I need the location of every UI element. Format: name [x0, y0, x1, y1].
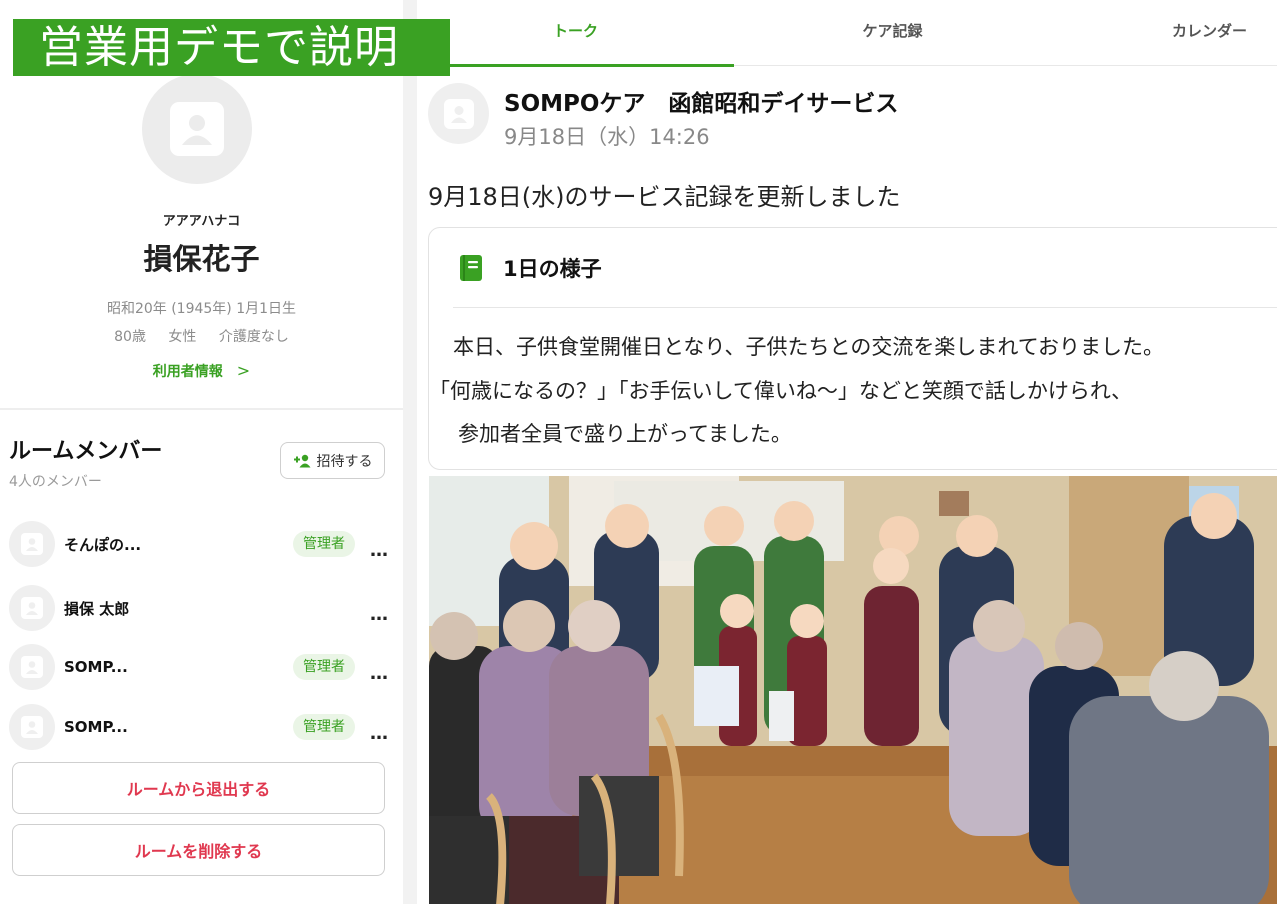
more-options-icon[interactable]: … [369, 663, 389, 684]
user-info-label: 利用者情報 [152, 364, 223, 380]
chevron-right-icon: > [236, 361, 251, 380]
care-record-card[interactable]: 1日の様子 本日、子供食堂開催日となり、子供たちとの交流を楽しまれておりました。… [428, 227, 1277, 470]
post-photo[interactable] [429, 476, 1277, 904]
user-placeholder-icon [443, 98, 474, 129]
profile-kana: アアアハナコ [162, 214, 241, 229]
avatar [9, 704, 55, 750]
member-name: SOMP... [64, 658, 128, 676]
tab-bar: トーク ケア記録 カレンダー [417, 0, 1277, 67]
group-photo-illustration [429, 476, 1277, 904]
more-options-icon[interactable]: … [369, 723, 389, 744]
record-line: 参加者全員で盛り上がってました。 [458, 422, 792, 446]
room-info-panel: 営業用デモで説明 アアアハナコ 損保花子 昭和20年 (1945年) 1月1日生… [0, 0, 450, 904]
member-row[interactable]: そんぽの... 管理者 … [9, 520, 389, 568]
member-name: 損保 太郎 [64, 599, 130, 618]
invite-button[interactable]: 招待する [280, 442, 385, 479]
invite-label: 招待する [316, 453, 373, 470]
tab-calendar[interactable]: カレンダー [1051, 0, 1277, 66]
user-info-link[interactable]: 利用者情報 > [0, 361, 403, 381]
profile-gender: 女性 [168, 329, 197, 345]
more-options-icon[interactable]: … [369, 540, 389, 561]
member-row[interactable]: SOMP... 管理者 … [9, 703, 389, 751]
record-line: 本日、子供食堂開催日となり、子供たちとの交流を楽しまれておりました。 [453, 335, 1165, 359]
admin-badge: 管理者 [293, 531, 355, 557]
record-line: 「何歳になるの？」「お手伝いして偉いね～」などと笑顔で話しかけられ、 [429, 378, 1133, 403]
user-placeholder-icon [21, 716, 43, 738]
members-title: ルームメンバー [9, 439, 163, 464]
members-count: 4人のメンバー [9, 474, 102, 490]
post-sender: SOMPOケア 函館昭和デイサービス [504, 91, 899, 117]
profile-name: 損保花子 [143, 242, 260, 276]
record-body: 本日、子供食堂開催日となり、子供たちとの交流を楽しまれておりました。 「何歳にな… [429, 326, 1277, 457]
member-name: そんぽの... [64, 535, 142, 554]
talk-panel: トーク ケア記録 カレンダー SOMPOケア 函館昭和デイサービス 9月18日（… [417, 0, 1277, 904]
admin-badge: 管理者 [293, 714, 355, 740]
profile-care-level: 介護度なし [218, 329, 289, 345]
demo-banner: 営業用デモで説明 [13, 19, 450, 76]
profile-age: 80歳 [114, 329, 146, 345]
user-placeholder-icon [170, 102, 224, 156]
tab-talk[interactable]: トーク [417, 0, 734, 67]
post-message: 9月18日(水)のサービス記録を更新しました [428, 183, 901, 211]
record-title: 1日の様子 [503, 257, 602, 281]
tab-care-record[interactable]: ケア記録 [734, 0, 1051, 66]
avatar [9, 585, 55, 631]
divider [0, 408, 403, 410]
panel-separator [403, 0, 417, 904]
avatar [9, 521, 55, 567]
user-placeholder-icon [21, 533, 43, 555]
record-header: 1日の様子 [429, 228, 1277, 308]
post-timestamp: 9月18日（水）14:26 [504, 125, 710, 149]
divider [453, 307, 1277, 308]
user-placeholder-icon [21, 597, 43, 619]
more-options-icon[interactable]: … [369, 604, 389, 625]
admin-badge: 管理者 [293, 654, 355, 680]
delete-room-button[interactable]: ルームを削除する [12, 824, 385, 876]
add-person-icon [293, 454, 310, 467]
leave-room-button[interactable]: ルームから退出する [12, 762, 385, 814]
profile-avatar [142, 74, 252, 184]
profile-attributes: 80歳 女性 介護度なし [0, 326, 403, 346]
avatar [9, 644, 55, 690]
member-row[interactable]: 損保 太郎 … [9, 584, 389, 632]
sender-avatar [428, 83, 489, 144]
profile-birthdate: 昭和20年 (1945年) 1月1日生 [106, 301, 297, 317]
member-name: SOMP... [64, 718, 128, 736]
user-placeholder-icon [21, 656, 43, 678]
notebook-icon [460, 255, 482, 281]
member-row[interactable]: SOMP... 管理者 … [9, 643, 389, 691]
